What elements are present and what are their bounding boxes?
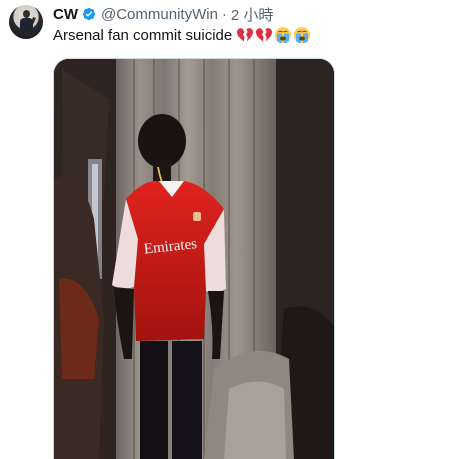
- author-avatar[interactable]: [9, 5, 43, 39]
- tweet-text-row: Arsenal fan commit suicide: [53, 25, 311, 45]
- video-player[interactable]: Emirates: [53, 58, 335, 459]
- tweet-timestamp[interactable]: 2 小時: [231, 4, 274, 25]
- author-display-name[interactable]: CW: [53, 6, 78, 23]
- loudly-crying-face-icon: [293, 26, 311, 44]
- avatar-figure-head: [23, 10, 30, 18]
- tweet[interactable]: CW @CommunityWin · 2 小時 Arsenal fan comm…: [0, 0, 467, 459]
- broken-heart-icon: [236, 26, 254, 44]
- avatar-figure-body: [20, 18, 33, 34]
- verified-badge-icon[interactable]: [81, 6, 97, 22]
- author-handle[interactable]: @CommunityWin: [101, 6, 218, 23]
- broken-heart-icon: [255, 26, 273, 44]
- loudly-crying-face-icon: [274, 26, 292, 44]
- tweet-text: Arsenal fan commit suicide: [53, 26, 233, 44]
- tweet-header: CW @CommunityWin · 2 小時: [53, 4, 273, 24]
- header-separator: ·: [221, 5, 227, 23]
- video-frame: Emirates: [54, 59, 334, 459]
- tweet-emojis: [236, 26, 311, 44]
